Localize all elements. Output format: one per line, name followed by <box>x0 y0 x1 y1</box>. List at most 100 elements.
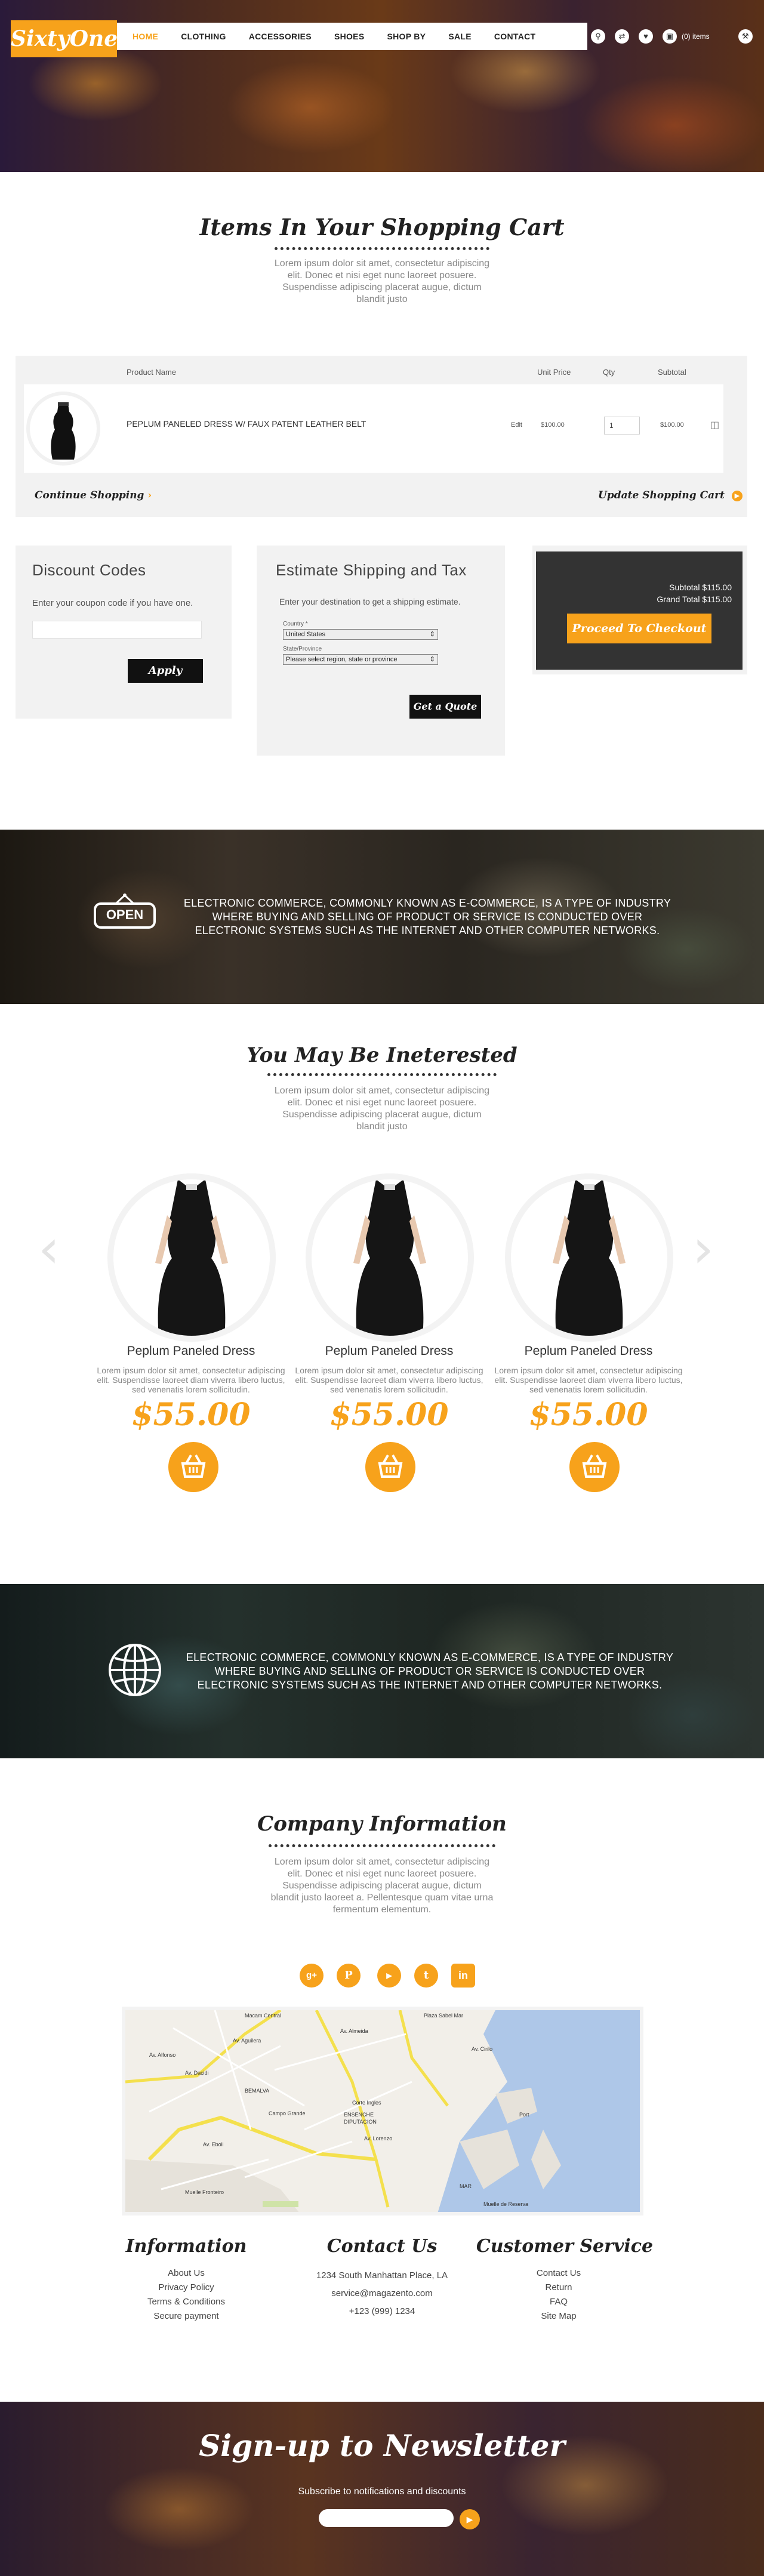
footer-privacy-link[interactable]: Privacy Policy <box>91 2282 282 2292</box>
update-cart-label: Update Shopping Cart <box>598 489 725 501</box>
proceed-checkout-button[interactable]: Proceed To Checkout <box>567 614 711 643</box>
product-name[interactable]: Peplum Paneled Dress <box>96 1344 286 1358</box>
compare-icon[interactable]: ⇄ <box>615 29 629 44</box>
add-to-cart-button[interactable] <box>365 1442 415 1492</box>
country-value: United States <box>286 631 326 638</box>
qty-input[interactable]: 1 <box>604 417 640 435</box>
title-divider <box>269 1844 495 1847</box>
col-unit-price: Unit Price <box>537 368 571 377</box>
pinterest-icon[interactable]: P <box>337 1964 361 1988</box>
trash-icon[interactable]: ◫ <box>710 419 719 431</box>
totals-box: Subtotal $115.00 Grand Total $115.00 Pro… <box>536 551 743 670</box>
nav-accessories[interactable]: ACCESSORIES <box>249 32 312 41</box>
subtotal: Subtotal $115.00 <box>669 583 732 592</box>
col-subtotal: Subtotal <box>658 368 686 377</box>
carousel-prev-icon[interactable]: ‹ <box>38 1218 60 1280</box>
product-price: $55.00 <box>529 1397 648 1433</box>
map-label: Port <box>519 2112 529 2118</box>
cart-icon[interactable]: ▣ <box>663 29 677 44</box>
carousel-next-icon[interactable]: › <box>692 1218 714 1280</box>
nav-sale[interactable]: SALE <box>448 32 472 41</box>
chevron-right-icon: › <box>147 489 152 501</box>
add-to-cart-button[interactable] <box>569 1442 620 1492</box>
heart-icon[interactable]: ♥ <box>639 29 653 44</box>
nav-contact[interactable]: CONTACT <box>494 32 536 41</box>
open-sign-label: OPEN <box>106 907 144 922</box>
footer-terms-link[interactable]: Terms & Conditions <box>91 2297 282 2307</box>
newsletter-section: Sign-up to Newsletter Subscribe to notif… <box>0 2402 764 2576</box>
product-image[interactable] <box>511 1179 667 1336</box>
newsletter-submit-button[interactable]: ▶ <box>460 2509 480 2529</box>
edit-link[interactable]: Edit <box>511 421 522 429</box>
newsletter-email-input[interactable] <box>319 2509 454 2527</box>
youtube-icon[interactable]: ▶ <box>377 1964 401 1988</box>
map-label: Av. Lorenzo <box>364 2136 393 2141</box>
footer-address: 1234 South Manhattan Place, LA <box>316 2270 448 2281</box>
map-label: Campo Grande <box>269 2110 306 2116</box>
basket-icon <box>378 1455 403 1478</box>
product-name[interactable]: Peplum Paneled Dress <box>493 1344 684 1358</box>
cart-title: Items In Your Shopping Cart <box>199 214 565 241</box>
coupon-input[interactable] <box>32 621 202 639</box>
map-label: Plaza Sabel Mar <box>424 2013 464 2019</box>
footer-about-link[interactable]: About Us <box>91 2268 282 2278</box>
arrow-right-icon: ▶ <box>731 490 743 501</box>
footer-information-title: Information <box>125 2236 247 2257</box>
map-label: Av. Aguilera <box>233 2038 261 2044</box>
product-price: $55.00 <box>131 1397 251 1433</box>
product-name[interactable]: Peplum Paneled Dress <box>294 1344 485 1358</box>
banner-open: OPEN ELECTRONIC COMMERCE, COMMONLY KNOWN… <box>0 830 764 1004</box>
footer-email[interactable]: service@magazento.com <box>286 2288 478 2298</box>
product-image[interactable] <box>312 1179 468 1336</box>
select-arrow-icon: ⇕ <box>429 631 435 638</box>
continue-shopping-link[interactable]: Continue Shopping › <box>35 489 152 501</box>
continue-shopping-label: Continue Shopping <box>35 489 144 501</box>
apply-button[interactable]: Apply <box>128 659 203 683</box>
company-title: Company Information <box>257 1812 507 1836</box>
footer-payment-link[interactable]: Secure payment <box>91 2311 282 2321</box>
product-image[interactable] <box>113 1179 270 1336</box>
footer-contact-link[interactable]: Contact Us <box>463 2268 654 2278</box>
footer-return-link[interactable]: Return <box>463 2282 654 2292</box>
search-icon[interactable]: ⚲ <box>591 29 605 44</box>
logo[interactable]: SixtyOne <box>11 20 118 57</box>
google-plus-icon[interactable]: g+ <box>300 1964 324 1988</box>
cart-item-name[interactable]: PEPLUM PANELED DRESS W/ FAUX PATENT LEAT… <box>127 419 366 429</box>
basket-icon <box>582 1455 607 1478</box>
map-label: BEMALVA <box>245 2088 270 2094</box>
country-select[interactable]: United States ⇕ <box>283 629 438 640</box>
cart-count[interactable]: (0) items <box>682 32 710 41</box>
footer-faq-link[interactable]: FAQ <box>463 2297 654 2307</box>
title-divider <box>267 1073 497 1076</box>
arrow-right-icon: ▶ <box>466 2515 473 2524</box>
wrench-icon[interactable]: ⚒ <box>738 29 753 44</box>
update-cart-link[interactable]: Update Shopping Cart ▶ <box>598 489 743 501</box>
product-description: Lorem ipsum dolor sit amet, consectetur … <box>494 1366 683 1394</box>
location-map[interactable]: Macam Central Av. Aguilera Av. Alfonso A… <box>122 2007 643 2216</box>
linkedin-icon[interactable]: in <box>451 1964 475 1988</box>
main-nav: HOME CLOTHING ACCESSORIES SHOES SHOP BY … <box>117 23 587 50</box>
shipping-title: Estimate Shipping and Tax <box>276 561 467 579</box>
footer-phone: +123 (999) 1234 <box>349 2306 415 2316</box>
banner-text: ELECTRONIC COMMERCE, COMMONLY KNOWN AS E… <box>183 897 671 936</box>
footer-service-title: Customer Service <box>476 2236 654 2257</box>
map-label: DIPUTACION <box>344 2119 377 2125</box>
totals-panel: Subtotal $115.00 Grand Total $115.00 Pro… <box>532 546 747 674</box>
tumblr-icon[interactable]: t <box>414 1964 438 1988</box>
nav-shop-by[interactable]: SHOP BY <box>387 32 426 41</box>
map-label: Av. Eboli <box>203 2141 224 2147</box>
footer-sitemap-link[interactable]: Site Map <box>463 2311 654 2321</box>
col-qty: Qty <box>603 368 615 377</box>
add-to-cart-button[interactable] <box>168 1442 218 1492</box>
map-label: MAR <box>460 2183 472 2189</box>
nav-clothing[interactable]: CLOTHING <box>181 32 226 41</box>
cart-item-image[interactable] <box>30 395 97 462</box>
nav-shoes[interactable]: SHOES <box>334 32 365 41</box>
globe-icon <box>106 1641 164 1699</box>
unit-price: $100.00 <box>541 421 565 429</box>
nav-home[interactable]: HOME <box>133 32 158 41</box>
get-quote-button[interactable]: Get a Quote <box>409 695 481 719</box>
interested-intro: Lorem ipsum dolor sit amet, consectetur … <box>274 1086 490 1132</box>
product-description: Lorem ipsum dolor sit amet, consectetur … <box>295 1366 483 1394</box>
state-select[interactable]: Please select region, state or province ⇕ <box>283 654 438 665</box>
